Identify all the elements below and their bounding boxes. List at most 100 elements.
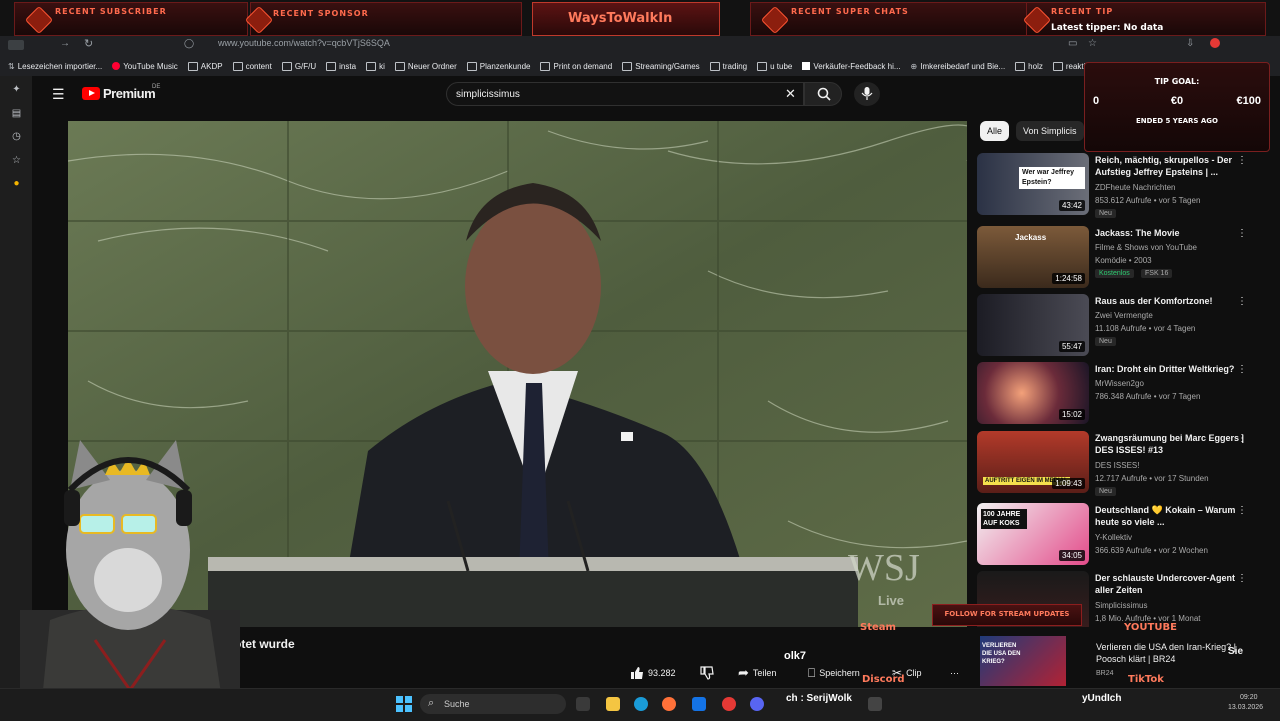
bookmark-item[interactable]: Verkäufer-Feedback hi...	[802, 62, 901, 71]
video-thumbnail[interactable]: Wer war Jeffrey Epstein? 43:42	[977, 153, 1089, 215]
discord-icon[interactable]	[750, 697, 764, 711]
bookmark-folder[interactable]: AKDP	[187, 61, 223, 71]
clip-button[interactable]: ✂ Clip	[892, 662, 922, 684]
video-title[interactable]: Raus aus der Komfortzone!	[1095, 295, 1245, 307]
globe-icon: ⊕	[910, 61, 918, 71]
more-options-icon[interactable]: ⋮	[1237, 505, 1247, 516]
video-thumbnail[interactable]: 55:47	[977, 294, 1089, 356]
favorites-icon[interactable]: ☆	[11, 155, 22, 166]
more-options-icon[interactable]: ⋮	[1237, 228, 1247, 239]
windows-start-icon[interactable]	[396, 696, 412, 712]
save-button[interactable]: ⎕ Speichern	[808, 662, 860, 684]
video-thumbnail[interactable]: 100 JAHRE AUF KOKS 34:05	[977, 503, 1089, 565]
more-options-icon[interactable]: ⋮	[1237, 296, 1247, 307]
wallet-icon[interactable]: ▤	[11, 108, 22, 119]
dislike-button[interactable]	[700, 662, 714, 684]
video-title[interactable]: Deutschland 💛 Kokain – Warum heute so vi…	[1095, 504, 1245, 528]
youtube-premium-logo[interactable]: Premium	[103, 86, 156, 101]
bookmark-folder[interactable]: Neuer Ordner	[394, 61, 457, 71]
history-icon[interactable]: ◷	[11, 131, 22, 142]
address-bar[interactable]: www.youtube.com/watch?v=qcbVTjS6SQA	[200, 38, 700, 52]
more-actions-button[interactable]: ⋯	[950, 662, 959, 684]
channel-name[interactable]: Y-Kollektiv	[1095, 533, 1132, 542]
bookmark-folder[interactable]: Streaming/Games	[622, 61, 700, 71]
video-title[interactable]: Iran: Droht ein Dritter Weltkrieg?	[1095, 363, 1245, 375]
overlay-emblem-icon	[24, 5, 54, 35]
search-box[interactable]: simplicissimus ✕	[446, 82, 804, 106]
search-input[interactable]: simplicissimus	[456, 89, 520, 100]
latest-tipper: Latest tipper: No data	[1051, 23, 1164, 33]
search-button[interactable]	[804, 82, 842, 106]
voice-search-button[interactable]	[854, 82, 880, 106]
video-thumbnail[interactable]: 15:02	[977, 362, 1089, 424]
channel-name[interactable]: Zwei Vermengte	[1095, 311, 1153, 320]
channel-name[interactable]: Filme & Shows von YouTube	[1095, 243, 1197, 252]
chip-from-channel[interactable]: Von Simplicis	[1016, 121, 1084, 141]
bookmark-folder[interactable]: Planzenkunde	[466, 61, 530, 71]
recommendation-item[interactable]: Wer war Jeffrey Epstein? 43:42 Reich, mä…	[977, 153, 1267, 218]
chip-all[interactable]: Alle	[980, 121, 1010, 141]
video-title[interactable]: Zwangsräumung bei Marc Eggers | DES ISSE…	[1095, 432, 1245, 456]
bookmark-item[interactable]: YouTube Music	[112, 62, 178, 71]
channel-name[interactable]: DES ISSES!	[1095, 461, 1139, 470]
channel-name[interactable]: MrWissen2go	[1095, 379, 1144, 388]
bookmark-folder[interactable]: G/F/U	[281, 61, 316, 71]
overlay-video-thumbnail[interactable]: VERLIEREN DIE USA DEN KRIEG?	[980, 636, 1066, 686]
bookmark-folder[interactable]: ki	[366, 61, 385, 71]
bookmark-folder[interactable]: u tube	[757, 61, 792, 71]
app-icon[interactable]	[868, 697, 882, 711]
video-thumbnail[interactable]: Jackass 1:24:58	[977, 226, 1089, 288]
edge-browser-icon[interactable]	[634, 697, 648, 711]
clear-search-icon[interactable]: ✕	[785, 86, 796, 102]
overlay-video-title[interactable]: Verlieren die USA den Iran-Krieg? | Poos…	[1096, 641, 1246, 665]
channel-name[interactable]: Simplicissimus	[1095, 601, 1147, 610]
bookmark-star-icon[interactable]: ☆	[1088, 38, 1097, 49]
like-button[interactable]: 93.282	[630, 662, 676, 684]
bookmark-folder[interactable]: trading	[709, 61, 747, 71]
bookmark-folder[interactable]: insta	[326, 61, 356, 71]
recommendation-item[interactable]: 15:02 Iran: Droht ein Dritter Weltkrieg?…	[977, 362, 1267, 426]
download-icon[interactable]: ⇩	[1186, 38, 1194, 49]
more-options-icon[interactable]: ⋮	[1237, 433, 1247, 444]
overlay-emblem-icon	[1022, 5, 1052, 35]
more-options-icon[interactable]: ⋮	[1237, 364, 1247, 375]
recommendation-item[interactable]: Jackass 1:24:58 Jackass: The Movie Filme…	[977, 226, 1267, 290]
firefox-icon[interactable]	[662, 697, 676, 711]
video-title[interactable]: Reich, mächtig, skrupellos - Der Aufstie…	[1095, 154, 1245, 178]
share-button[interactable]: ➦ Teilen	[738, 662, 776, 684]
recommendation-item[interactable]: 55:47 Raus aus der Komfortzone! Zwei Ver…	[977, 294, 1267, 358]
bookmark-folder[interactable]: Print on demand	[540, 61, 612, 71]
video-thumbnail[interactable]: AUFTRITT EIGEN IM MEDIAL 1:09:43	[977, 431, 1089, 493]
shield-icon[interactable]: ◯	[184, 38, 194, 49]
video-duration: 43:42	[1058, 200, 1085, 211]
task-view-icon[interactable]	[576, 697, 590, 711]
recommendation-item[interactable]: 100 JAHRE AUF KOKS 34:05 Deutschland 💛 K…	[977, 503, 1267, 567]
bookmark-folder[interactable]: content	[232, 61, 272, 71]
recent-super-chats-panel: RECENT SUPER CHATS	[750, 2, 1032, 36]
channel-name[interactable]: ZDFheute Nachrichten	[1095, 183, 1175, 192]
region-code: DE	[152, 84, 161, 90]
more-options-icon[interactable]: ⋮	[1237, 573, 1247, 584]
app-icon[interactable]	[722, 697, 736, 711]
recommendation-item[interactable]: AUFTRITT EIGEN IM MEDIAL 1:09:43 Zwangsr…	[977, 431, 1267, 496]
back-button[interactable]	[8, 40, 24, 50]
video-title[interactable]: Jackass: The Movie	[1095, 227, 1245, 239]
video-meta: 366.639 Aufrufe • vor 2 Wochen	[1095, 546, 1208, 555]
extension-icon[interactable]: ●	[11, 178, 22, 189]
taskbar-search[interactable]: ⌕ Suche	[420, 694, 566, 714]
more-options-icon[interactable]: ⋮	[1237, 155, 1247, 166]
reload-icon[interactable]: ↻	[84, 37, 93, 50]
extensions-icon[interactable]: ▭	[1068, 38, 1077, 49]
youtube-logo-icon[interactable]	[82, 87, 100, 100]
profile-avatar[interactable]	[1210, 38, 1220, 48]
bookmark-item[interactable]: ⊕ Imkereibedarf und Bie...	[911, 62, 1006, 71]
ai-sparkle-icon[interactable]: ✦	[11, 84, 22, 95]
video-title[interactable]: Der schlauste Undercover-Agent aller Zei…	[1095, 572, 1245, 596]
save-label: Speichern	[819, 668, 860, 678]
bookmark-folder[interactable]: holz	[1015, 61, 1043, 71]
app-icon[interactable]	[692, 697, 706, 711]
forward-icon[interactable]: →	[60, 38, 70, 49]
bookmark-item[interactable]: ⇅ Lesezeichen importier...	[8, 62, 102, 71]
file-explorer-icon[interactable]	[606, 697, 620, 711]
menu-icon[interactable]: ☰	[52, 86, 65, 103]
